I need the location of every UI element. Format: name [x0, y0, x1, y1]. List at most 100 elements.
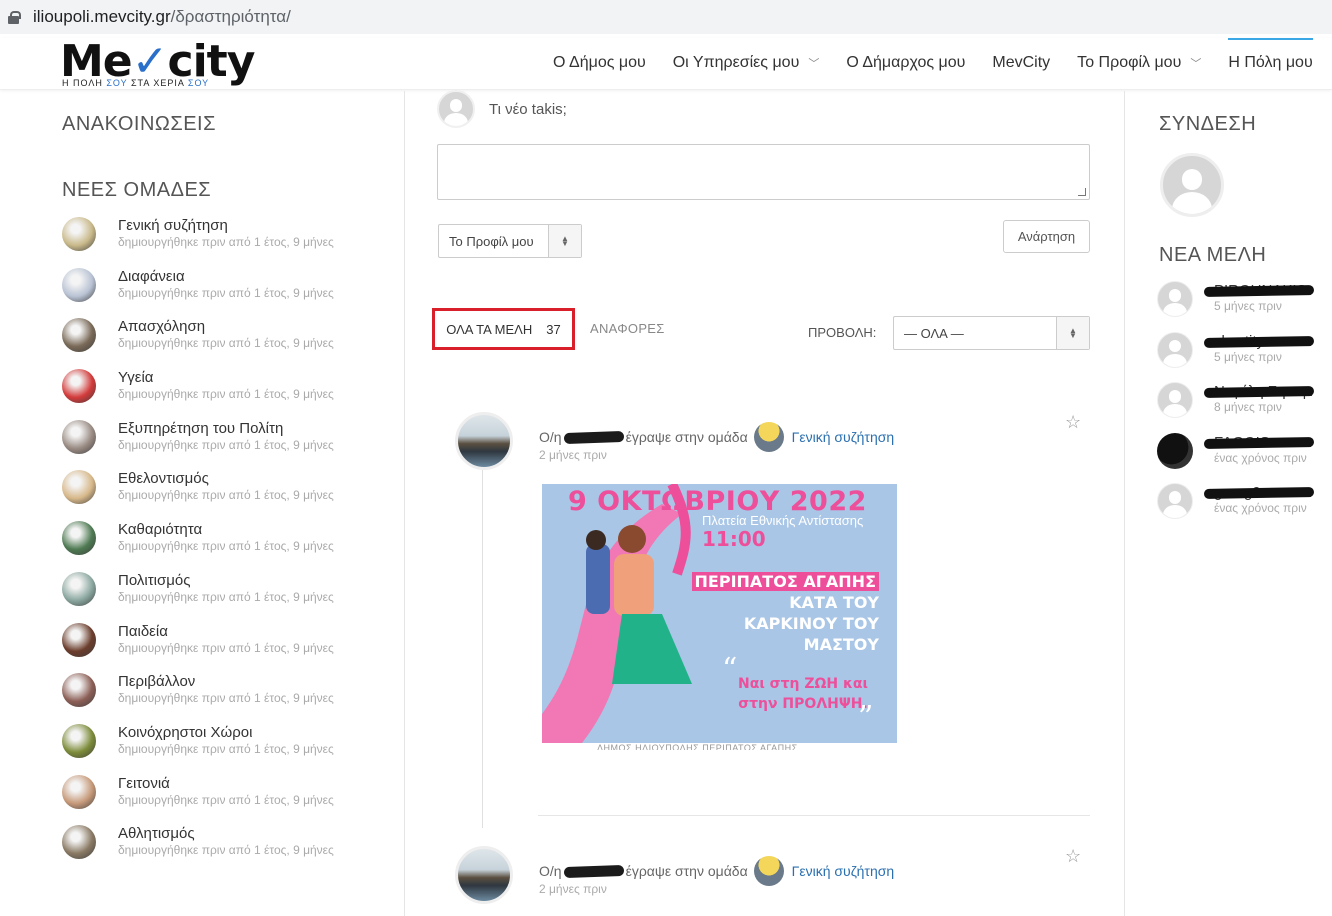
- group-avatar[interactable]: [62, 521, 96, 556]
- group-item[interactable]: Απασχόληση δημιουργήθηκε πριν από 1 έτος,…: [62, 318, 392, 369]
- select-arrows-icon: ▲ ▼: [1056, 317, 1089, 349]
- group-avatar[interactable]: [62, 470, 96, 505]
- left-sidebar: ΑΝΑΚΟΙΝΩΣΕΙΣ ΝΕΕΣ ΟΜΑΔΕΣ Γενική συζήτηση…: [0, 91, 405, 916]
- group-avatar[interactable]: [62, 369, 96, 404]
- group-item[interactable]: Καθαριότητα δημιουργήθηκε πριν από 1 έτος…: [62, 521, 392, 572]
- group-created-meta: δημιουργήθηκε πριν από 1 έτος, 9 μήνες: [118, 387, 334, 402]
- main-nav: Ο Δήμος μου Οι Υπηρεσίες μου ﹀ Ο Δήμαρχος…: [553, 38, 1332, 72]
- group-name[interactable]: Παιδεία: [118, 623, 334, 641]
- group-item[interactable]: Γειτονιά δημιουργήθηκε πριν από 1 έτος, 9…: [62, 774, 392, 826]
- member-name[interactable]: Νεφέλη Στραφι: [1203, 384, 1315, 400]
- activity-author-avatar[interactable]: [455, 412, 513, 470]
- tab-all-members[interactable]: ΟΛΑ ΤΑ ΜΕΛΗ 37: [432, 308, 575, 350]
- group-avatar[interactable]: [62, 622, 96, 657]
- group-name[interactable]: Αθλητισμός: [118, 825, 334, 843]
- redacted-name: [1203, 436, 1315, 449]
- group-item[interactable]: Πολιτισμός δημιουργήθηκε πριν από 1 έτος,…: [62, 571, 392, 623]
- member-avatar[interactable]: [1157, 331, 1193, 368]
- chevron-down-icon: ﹀: [808, 58, 820, 70]
- group-avatar[interactable]: [62, 774, 96, 809]
- group-name[interactable]: Απασχόληση: [118, 318, 334, 336]
- group-avatar[interactable]: [753, 422, 784, 452]
- group-created-meta: δημιουργήθηκε πριν από 1 έτος, 9 μήνες: [118, 691, 334, 706]
- group-name[interactable]: Υγεία: [118, 369, 334, 387]
- group-item[interactable]: Εξυπηρέτηση του Πολίτη δημιουργήθηκε πριν…: [62, 419, 392, 471]
- activity-image[interactable]: 9 ΟΚΤΩΒΡΙΟΥ 2022 Πλατεία Εθνικής Αντίστα…: [542, 484, 897, 743]
- member-info: Νεφέλη Στραφι8 μήνες πριν: [1203, 384, 1315, 414]
- nav-my-services[interactable]: Οι Υπηρεσίες μου ﹀: [673, 54, 820, 72]
- nav-my-city[interactable]: Η Πόλη μου: [1228, 38, 1314, 72]
- member-name[interactable]: PIROUNAKIS: [1203, 283, 1315, 299]
- member-joined-time: 5 μήνες πριν: [1214, 349, 1282, 364]
- group-avatar[interactable]: [62, 217, 96, 251]
- group-link[interactable]: Γενική συζήτηση: [792, 863, 894, 879]
- group-info: Περιβάλλον δημιουργήθηκε πριν από 1 έτος,…: [118, 673, 334, 705]
- group-name[interactable]: Εξυπηρέτηση του Πολίτη: [118, 420, 334, 438]
- status-textarea[interactable]: [437, 144, 1090, 200]
- tab-mentions[interactable]: ΑΝΑΦΟΡΕΣ: [590, 321, 665, 336]
- group-created-meta: δημιουργήθηκε πριν από 1 έτος, 9 μήνες: [118, 741, 334, 756]
- member-item[interactable]: Νεφέλη Στραφι8 μήνες πριν: [1157, 382, 1315, 433]
- activity-time[interactable]: 2 μήνες πριν: [539, 448, 607, 462]
- member-avatar[interactable]: [1157, 432, 1193, 469]
- browser-address-bar[interactable]: ilioupoli.mevcity.gr/δραστηριότητα/: [0, 0, 1332, 34]
- favorite-star-icon[interactable]: ☆: [1065, 846, 1081, 867]
- member-avatar[interactable]: [1157, 281, 1193, 317]
- group-name[interactable]: Γενική συζήτηση: [118, 217, 334, 235]
- view-filter-select[interactable]: — ΟΛΑ — ▲ ▼: [893, 316, 1090, 350]
- group-name[interactable]: Διαφάνεια: [118, 268, 334, 286]
- group-name[interactable]: Περιβάλλον: [118, 673, 334, 691]
- group-item[interactable]: Εθελοντισμός δημιουργήθηκε πριν από 1 έτο…: [62, 470, 392, 521]
- group-name[interactable]: Καθαριότητα: [118, 521, 334, 539]
- nav-my-profile[interactable]: Το Προφίλ μου ﹀: [1077, 54, 1201, 72]
- group-avatar[interactable]: [62, 673, 96, 708]
- member-item[interactable]: FAGOISένας χρόνος πριν: [1157, 432, 1315, 484]
- group-item[interactable]: Αθλητισμός δημιουργήθηκε πριν από 1 έτος,…: [62, 825, 392, 876]
- figure-man-head: [586, 530, 606, 550]
- activity-author-avatar[interactable]: [455, 846, 513, 904]
- group-name[interactable]: Εθελοντισμός: [118, 470, 334, 488]
- site-logo[interactable]: Me✓city Η ΠΟΛΗ ΣΟΥ ΣΤΑ ΧΕΡΙΑ ΣΟΥ: [60, 40, 255, 89]
- group-avatar[interactable]: [753, 856, 784, 886]
- group-item[interactable]: Υγεία δημιουργήθηκε πριν από 1 έτος, 9 μή…: [62, 369, 392, 420]
- group-item[interactable]: Κοινόχρηστοι Χώροι δημιουργήθηκε πριν από…: [62, 723, 392, 775]
- favorite-star-icon[interactable]: ☆: [1065, 412, 1081, 433]
- group-avatar[interactable]: [62, 267, 96, 302]
- member-item[interactable]: georg9ένας χρόνος πριν: [1157, 483, 1315, 534]
- nav-my-municipality[interactable]: Ο Δήμος μου: [553, 54, 646, 72]
- members-list: PIROUNAKIS5 μήνες πρινvkostity5 μήνες πρ…: [1157, 281, 1315, 534]
- group-avatar[interactable]: [62, 825, 96, 860]
- member-name[interactable]: vkostity: [1203, 333, 1315, 350]
- member-joined-time: ένας χρόνος πριν: [1214, 450, 1307, 465]
- member-avatar[interactable]: [1157, 483, 1193, 519]
- group-item[interactable]: Περιβάλλον δημιουργήθηκε πριν από 1 έτος,…: [62, 673, 392, 724]
- post-in-select[interactable]: Το Προφίλ μου ▲ ▼: [438, 224, 582, 258]
- group-item[interactable]: Παιδεία δημιουργήθηκε πριν από 1 έτος, 9 …: [62, 622, 392, 674]
- nav-mevcity[interactable]: MevCity: [992, 54, 1050, 72]
- group-avatar[interactable]: [62, 723, 96, 758]
- group-item[interactable]: Διαφάνεια δημιουργήθηκε πριν από 1 έτος, …: [62, 267, 392, 319]
- group-name[interactable]: Κοινόχρηστοι Χώροι: [118, 724, 334, 742]
- group-item[interactable]: Γενική συζήτηση δημιουργήθηκε πριν από 1 …: [62, 217, 392, 268]
- group-avatar[interactable]: [62, 571, 96, 606]
- group-name[interactable]: Γειτονιά: [118, 775, 334, 793]
- group-avatar[interactable]: [62, 318, 96, 353]
- group-info: Γειτονιά δημιουργήθηκε πριν από 1 έτος, 9…: [118, 775, 334, 807]
- activity-time[interactable]: 2 μήνες πριν: [539, 882, 607, 896]
- group-avatar[interactable]: [62, 419, 96, 454]
- lock-icon: [8, 11, 21, 24]
- nav-my-mayor[interactable]: Ο Δήμαρχος μου: [846, 54, 965, 72]
- member-name[interactable]: FAGOIS: [1203, 434, 1315, 451]
- member-avatar[interactable]: [1157, 382, 1193, 418]
- group-name[interactable]: Πολιτισμός: [118, 572, 334, 590]
- member-item[interactable]: PIROUNAKIS5 μήνες πριν: [1157, 281, 1315, 332]
- login-avatar[interactable]: [1160, 153, 1224, 217]
- post-button[interactable]: Ανάρτηση: [1003, 220, 1090, 253]
- group-link[interactable]: Γενική συζήτηση: [792, 429, 894, 445]
- member-item[interactable]: vkostity5 μήνες πριν: [1157, 331, 1315, 383]
- group-created-meta: δημιουργήθηκε πριν από 1 έτος, 9 μήνες: [118, 589, 334, 604]
- group-info: Απασχόληση δημιουργήθηκε πριν από 1 έτος,…: [118, 318, 334, 350]
- resize-grip-icon[interactable]: [1078, 188, 1086, 196]
- member-name[interactable]: georg9: [1203, 485, 1315, 501]
- group-created-meta: δημιουργήθηκε πριν από 1 έτος, 9 μήνες: [118, 336, 334, 351]
